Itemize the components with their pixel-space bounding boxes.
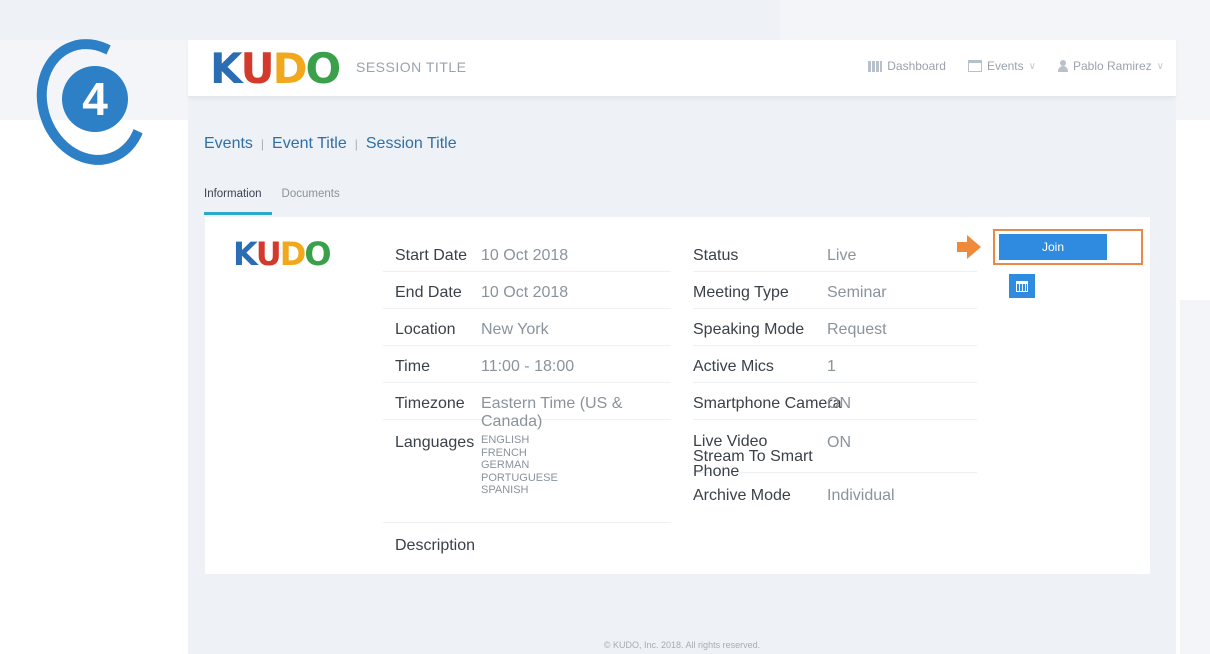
detail-value: New York [481,321,549,338]
detail-value: 11:00 - 18:00 [481,358,575,375]
detail-row: End Date 10 Oct 2018 [383,272,671,309]
breadcrumb: Events | Event Title | Session Title [204,135,457,153]
breadcrumb-separator: | [260,137,265,151]
logo-letter-k: K [233,235,258,273]
arrow-right-icon [957,235,981,259]
chevron-down-icon: ∨ [1156,60,1164,72]
session-info-card: K U D O Start Date 10 Oct 2018 End Date … [205,217,1150,574]
detail-value: 1 [827,358,836,375]
nav-events-label: Events [986,59,1024,73]
detail-label: Languages [395,434,475,451]
detail-label: Location [395,321,456,338]
detail-row: Meeting Type Seminar [693,272,977,309]
tab-information[interactable]: Information [204,186,272,215]
breadcrumb-event-title[interactable]: Event Title [272,135,347,153]
header-session-title: SESSION TITLE [356,59,467,75]
session-logo: K U D O [233,235,332,273]
detail-row: Status Live [693,235,977,272]
detail-value: Individual [827,487,895,504]
detail-label: Start Date [395,247,468,264]
footer-copyright: © KUDO, Inc. 2018. All rights reserved. [603,640,761,650]
languages-list: ENGLISH FRENCH GERMAN PORTUGUESE SPANISH [481,434,558,496]
dashboard-icon [868,60,883,72]
chevron-down-icon: ∨ [1028,60,1036,72]
kudo-logo[interactable]: K U D O [210,43,342,93]
logo-letter-o: O [305,43,342,93]
detail-row: Archive Mode Individual [693,473,977,513]
background-shape [1180,300,1210,654]
detail-value: ON [827,395,851,412]
detail-row: Languages ENGLISH FRENCH GERMAN PORTUGUE… [383,420,671,523]
calendar-icon [967,60,982,72]
top-nav: Dashboard Events ∨ Pablo Ramirez ∨ [868,59,1164,73]
detail-label: Time [395,358,430,375]
user-icon [1057,60,1068,72]
detail-row: Timezone Eastern Time (US & Canada) [383,383,671,430]
logo-letter-d: D [272,43,308,93]
app-window: K U D O SESSION TITLE Dashboard Events ∨… [188,40,1176,654]
detail-label: Smartphone Camera [693,395,842,412]
detail-row: Speaking Mode Request [693,309,977,346]
breadcrumb-events[interactable]: Events [204,135,253,153]
detail-row: Smartphone Camera ON [693,383,977,420]
logo-letter-d: D [279,235,307,273]
detail-label: Description [395,537,476,554]
detail-label: Archive Mode [693,487,791,504]
detail-row: Description [383,523,671,563]
join-highlight: Join [993,229,1143,265]
detail-row: Location New York [383,309,671,346]
nav-dashboard-label: Dashboard [887,59,946,73]
step-badge: 4 [19,23,165,181]
detail-label: Timezone [395,395,465,412]
logo-letter-o: O [304,235,331,273]
detail-label: Speaking Mode [693,321,805,338]
breadcrumb-session-title: Session Title [365,135,457,152]
join-button[interactable]: Join [999,234,1107,260]
detail-row: Live Video Stream To Smart Phone ON [693,420,977,480]
detail-value: ON [827,434,851,451]
detail-row: Active Mics 1 [693,346,977,383]
top-bar: K U D O SESSION TITLE Dashboard Events ∨… [188,40,1176,97]
detail-row: Start Date 10 Oct 2018 [383,235,671,272]
detail-label: Active Mics [693,358,774,375]
add-to-calendar-button[interactable] [1009,274,1035,298]
detail-value: 10 Oct 2018 [481,247,569,264]
detail-label: End Date [395,284,462,301]
detail-value: Seminar [827,284,887,301]
detail-label: Meeting Type [693,284,789,301]
nav-dashboard[interactable]: Dashboard [868,59,946,73]
calendar-icon [1016,280,1028,292]
step-number: 4 [62,66,128,132]
logo-letter-u: U [240,43,275,93]
detail-value: 10 Oct 2018 [481,284,569,301]
breadcrumb-separator: | [354,137,358,151]
nav-events[interactable]: Events ∨ [967,59,1036,73]
nav-user-menu[interactable]: Pablo Ramirez ∨ [1057,59,1164,73]
detail-row: Time 11:00 - 18:00 [383,346,671,383]
detail-value: Request [827,321,887,338]
nav-user-label: Pablo Ramirez [1072,59,1152,73]
logo-letter-k: K [210,43,243,93]
logo-letter-u: U [255,235,282,273]
detail-value: Live [827,247,857,264]
tab-documents[interactable]: Documents [274,186,350,215]
detail-label: Status [693,247,739,264]
tab-bar: Information Documents [204,186,350,215]
